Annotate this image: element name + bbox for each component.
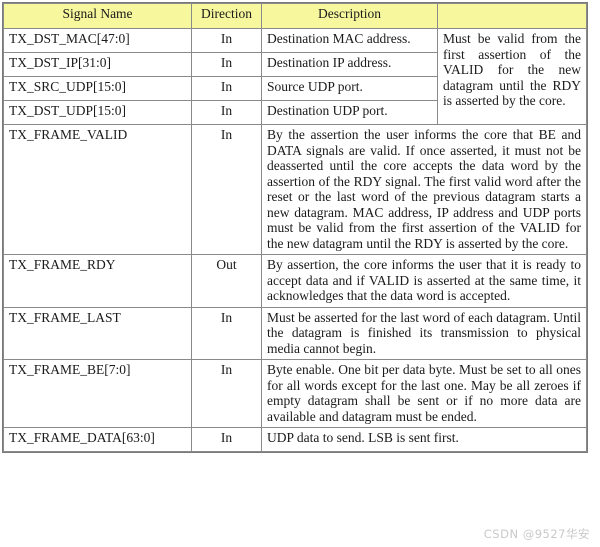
signal-name-cell: TX_SRC_UDP[15:0] xyxy=(3,76,192,101)
direction-cell: In xyxy=(191,100,262,125)
table-row: TX_DST_MAC[47:0] In Destination MAC addr… xyxy=(3,28,587,125)
description-cell: By the assertion the user informs the co… xyxy=(261,124,587,255)
signal-name-cell: TX_FRAME_LAST xyxy=(3,306,192,360)
description-cell: Must be asserted for the last word of ea… xyxy=(261,306,587,360)
direction-cell: In xyxy=(191,76,262,101)
description-cell: By assertion, the core informs the user … xyxy=(261,254,587,308)
table-row: TX_FRAME_BE[7:0] In Byte enable. One bit… xyxy=(3,359,587,428)
csdn-watermark: CSDN @9527华安 xyxy=(483,527,590,541)
table-header: Signal Name Direction Description xyxy=(3,3,587,29)
table-row: TX_FRAME_LAST In Must be asserted for th… xyxy=(3,306,587,360)
signal-name-cell: TX_FRAME_BE[7:0] xyxy=(3,359,192,428)
column-header-direction: Direction xyxy=(191,3,262,29)
table-row: TX_FRAME_DATA[63:0] In UDP data to send.… xyxy=(3,427,587,452)
signal-description-table: Signal Name Direction Description TX_DST… xyxy=(2,2,588,453)
table-row: TX_FRAME_RDY Out By assertion, the core … xyxy=(3,254,587,308)
direction-cell: In xyxy=(191,306,262,360)
description-cell: Byte enable. One bit per data byte. Must… xyxy=(261,359,587,428)
column-header-extra xyxy=(437,3,587,29)
description-cell: Source UDP port. xyxy=(261,76,438,101)
direction-cell: In xyxy=(191,124,262,255)
column-header-signal-name: Signal Name xyxy=(3,3,192,29)
direction-cell: In xyxy=(191,52,262,77)
signal-name-cell: TX_DST_UDP[15:0] xyxy=(3,100,192,125)
direction-cell: In xyxy=(191,28,262,53)
description-cell: Destination IP address. xyxy=(261,52,438,77)
table-header-row: Signal Name Direction Description xyxy=(3,3,587,29)
table-row: TX_FRAME_VALID In By the assertion the u… xyxy=(3,124,587,255)
description-cell: UDP data to send. LSB is sent first. xyxy=(261,427,587,452)
direction-cell: Out xyxy=(191,254,262,308)
direction-cell: In xyxy=(191,427,262,452)
signal-name-cell: TX_FRAME_RDY xyxy=(3,254,192,308)
description-cell: Destination MAC address. xyxy=(261,28,438,53)
direction-cell: In xyxy=(191,359,262,428)
description-cell: Destination UDP port. xyxy=(261,100,438,125)
signal-table-container: Signal Name Direction Description TX_DST… xyxy=(0,0,600,547)
signal-name-cell: TX_DST_MAC[47:0] xyxy=(3,28,192,53)
column-header-description: Description xyxy=(261,3,438,29)
signal-name-cell: TX_DST_IP[31:0] xyxy=(3,52,192,77)
table-body: TX_DST_MAC[47:0] In Destination MAC addr… xyxy=(3,28,587,452)
signal-name-cell: TX_FRAME_VALID xyxy=(3,124,192,255)
grouped-note-cell: Must be valid from the first assertion o… xyxy=(437,28,587,125)
signal-name-cell: TX_FRAME_DATA[63:0] xyxy=(3,427,192,452)
